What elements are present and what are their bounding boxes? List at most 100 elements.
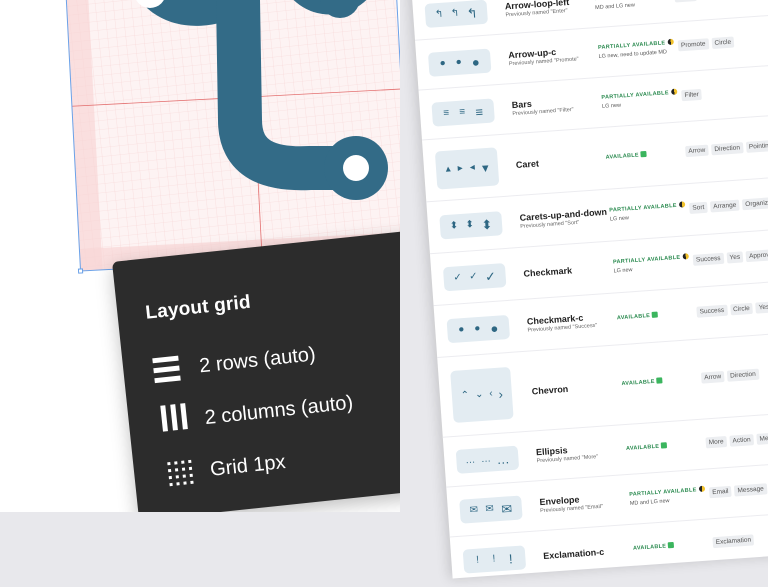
tag-list: Sort Arrange Organize <box>689 197 768 215</box>
icon-glyph: ⬍ <box>480 216 493 233</box>
tag[interactable]: Arrow <box>685 144 709 158</box>
tag-list: Success Yes Approve <box>692 249 768 266</box>
check-icon <box>656 377 663 384</box>
icon-glyph: ▸ <box>457 162 464 175</box>
layout-grid-item-columns[interactable]: 2 columns (auto) <box>157 386 354 440</box>
icon-glyph: ≡ <box>458 106 466 118</box>
tag[interactable]: Filter <box>681 88 703 102</box>
tag-list: Success Circle Yes <box>696 301 768 318</box>
half-moon-icon <box>678 201 685 208</box>
check-icon <box>661 442 668 449</box>
icon-name: Chevron <box>531 383 569 397</box>
tag[interactable]: Success <box>696 304 728 318</box>
icon-glyph: ‹ <box>488 388 494 400</box>
icon-name: Exclamation-c <box>542 546 605 562</box>
tag-list: Email Message <box>708 483 768 499</box>
tag[interactable]: Direction <box>710 142 744 156</box>
icon-name: Caret <box>515 158 540 171</box>
icon-name: Checkmark <box>523 265 573 279</box>
icon-preview: ▴ ▸ ◂ ▾ <box>434 147 500 190</box>
icon-preview: ⌃ ⌄ ‹ › <box>450 366 514 423</box>
icon-glyph: ! <box>508 550 514 566</box>
icon-glyph: ▴ <box>445 163 452 175</box>
layout-grid-item-label: 2 rows (auto) <box>198 342 317 377</box>
tag[interactable]: Yes <box>755 301 768 314</box>
tag[interactable]: Exclamation <box>712 534 755 549</box>
icon-glyph: ≡ <box>442 107 450 119</box>
icon-glyph: ✉ <box>500 500 513 517</box>
tag[interactable]: Promote <box>677 38 709 52</box>
icon-glyph: ↰ <box>466 4 479 21</box>
tag[interactable]: Yes <box>726 251 744 264</box>
icon-preview: !!! <box>462 545 527 574</box>
icon-documentation-sheet: ↰ ↰ ↰ Arrow-loop-left Previously named "Ente… <box>408 0 768 587</box>
icon-glyph: ⬍ <box>465 219 475 231</box>
half-moon-icon <box>682 253 689 260</box>
icon-glyph: ▾ <box>481 159 490 175</box>
icon-preview: ✉ ✉ ✉ <box>459 495 523 524</box>
availability-note: MD and LG new <box>629 498 670 507</box>
selection-handle[interactable] <box>77 268 84 274</box>
availability-status: PARTIALLY AVAILABLE <box>613 253 689 265</box>
layout-grid-item-label: 2 columns (auto) <box>203 391 355 429</box>
icon-glyph: ⌃ <box>460 389 470 402</box>
icon-glyph: ! <box>475 554 480 566</box>
availability-status: AVAILABLE <box>605 150 648 161</box>
icon-preview: ≡ ≡ ≡ <box>431 98 495 127</box>
availability-status-text: PARTIALLY AVAILABLE <box>601 90 670 101</box>
tag[interactable]: Enter <box>674 0 697 3</box>
tag[interactable]: Arrange <box>709 199 740 213</box>
layout-grid-title: Layout grid <box>144 291 252 324</box>
availability-status-text: PARTIALLY AVAILABLE <box>612 254 681 266</box>
tag[interactable]: Success <box>692 252 724 266</box>
icon-glyph: ● <box>457 324 465 336</box>
icon-glyph: … <box>464 454 476 467</box>
icon-glyph: ✉ <box>469 504 479 517</box>
tag[interactable]: Approve <box>745 249 768 263</box>
icon-glyph: ✓ <box>453 272 463 284</box>
availability-status: AVAILABLE <box>626 442 668 452</box>
icon-glyph: ✓ <box>484 268 497 284</box>
tag-list: Enter <box>674 0 697 3</box>
availability-note: MD and LG new <box>594 2 636 12</box>
icon-preview: ● ● ● <box>427 48 492 77</box>
icon-glyph: … <box>480 453 492 466</box>
tag-list: Promote Circle <box>677 36 735 52</box>
availability-status: PARTIALLY AVAILABLE <box>609 201 685 214</box>
availability-status-text: AVAILABLE <box>621 378 655 388</box>
availability-status-text: PARTIALLY AVAILABLE <box>609 202 677 214</box>
icon-preview: ↰ ↰ ↰ <box>424 0 489 28</box>
availability-note: LG new <box>613 267 633 275</box>
tag[interactable]: Pointing <box>745 139 768 153</box>
tag[interactable]: Menu <box>756 432 768 445</box>
tag-list: More Action Menu <box>705 432 768 449</box>
rows-icon <box>152 351 189 388</box>
availability-status: AVAILABLE <box>617 311 659 321</box>
tag[interactable]: Direction <box>726 368 760 382</box>
icon-name: Bars <box>511 98 533 111</box>
tag[interactable]: More <box>705 436 727 449</box>
layout-grid-item-label: Grid 1px <box>209 450 287 481</box>
tag[interactable]: Action <box>729 434 754 447</box>
tag[interactable]: Sort <box>689 201 708 215</box>
tag[interactable]: Message <box>734 483 768 497</box>
icon-glyph: … <box>496 450 511 467</box>
design-canvas[interactable]: Layout grid 2 rows (auto) 2 columns (aut… <box>0 0 400 512</box>
tag[interactable]: Email <box>708 485 732 499</box>
tag[interactable]: Circle <box>729 302 754 316</box>
icon-glyph: › <box>498 386 504 402</box>
layout-grid-item-rows[interactable]: 2 rows (auto) <box>152 337 317 388</box>
icon-glyph: ↰ <box>434 8 444 21</box>
grid-icon <box>163 454 200 491</box>
tag[interactable]: Arrow <box>700 371 725 384</box>
icon-preview: ● ● ● <box>446 314 511 344</box>
layout-grid-item-grid[interactable]: Grid 1px <box>163 445 287 492</box>
tag[interactable]: Organize <box>741 197 768 211</box>
availability-status-text: AVAILABLE <box>632 543 667 552</box>
availability-status-text: PARTIALLY AVAILABLE <box>629 487 697 498</box>
half-moon-icon <box>667 38 674 46</box>
icon-glyph: ● <box>489 320 499 336</box>
icon-preview: ⬍ ⬍ ⬍ <box>439 211 503 240</box>
tag[interactable]: Circle <box>711 36 735 50</box>
availability-note: LG new <box>601 102 622 110</box>
